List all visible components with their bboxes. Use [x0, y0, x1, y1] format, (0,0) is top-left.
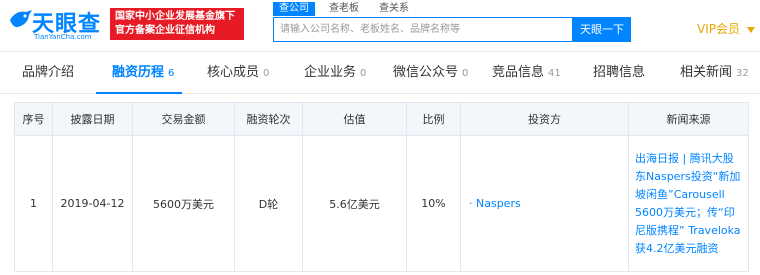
table-header-row: 序号 披露日期 交易金额 融资轮次 估值 比例 投资方 新闻来源: [14, 102, 749, 136]
tab-business[interactable]: 企业业务 0: [304, 52, 366, 94]
tab-count: 6: [168, 68, 175, 79]
tab-count: 0: [360, 68, 367, 79]
tab-jobs[interactable]: 招聘信息: [593, 52, 645, 94]
tab-count: 0: [462, 68, 469, 79]
promo-line-2: 官方备案企业征信机构: [115, 25, 215, 36]
section-tabs: 品牌介绍 融资历程 6 核心成员 0 企业业务 0 微信公众号 0 竞品信息 41 招聘信…: [0, 52, 760, 94]
tab-competitors[interactable]: 竞品信息 41: [492, 52, 561, 94]
chevron-down-icon: [746, 26, 755, 33]
search-input[interactable]: 请输入公司名称、老板姓名、品牌名称等: [273, 17, 573, 42]
logo[interactable]: 天眼查 TianYanCha.com: [10, 6, 104, 42]
tab-brand-intro[interactable]: 品牌介绍: [22, 52, 74, 94]
tab-news[interactable]: 相关新闻 32: [680, 52, 749, 94]
cell-amount: 5600万美元: [132, 135, 235, 272]
tab-label: 品牌介绍: [22, 65, 75, 80]
investor-link[interactable]: · Naspers: [460, 135, 629, 272]
tab-label: 企业业务: [304, 65, 357, 80]
vip-menu[interactable]: VIP会员: [697, 20, 755, 37]
table-row: 1 2019-04-12 5600万美元 D轮 5.6亿美元 10% · Nas…: [14, 135, 749, 272]
tab-count: 32: [736, 68, 749, 79]
logo-domain: TianYanCha.com: [34, 33, 92, 41]
tab-count: 0: [263, 68, 270, 79]
promo-banner[interactable]: 国家中小企业发展基金旗下 官方备案企业征信机构: [110, 8, 244, 40]
tab-count: 41: [548, 68, 561, 79]
cell-round: D轮: [234, 135, 303, 272]
vip-label: VIP会员: [697, 22, 740, 36]
cell-valuation: 5.6亿美元: [302, 135, 407, 272]
cell-date: 2019-04-12: [52, 135, 133, 272]
search-tab-boss[interactable]: 查老板: [329, 2, 359, 16]
tab-label: 微信公众号: [393, 65, 459, 80]
cell-ratio: 10%: [406, 135, 461, 272]
search-button[interactable]: 天眼一下: [573, 17, 631, 42]
tab-core-members[interactable]: 核心成员 0: [207, 52, 269, 94]
search-tab-company[interactable]: 查公司: [273, 2, 315, 16]
tab-label: 相关新闻: [680, 65, 733, 80]
logo-bird-icon: [10, 10, 32, 28]
col-header-round: 融资轮次: [234, 102, 303, 136]
tab-label: 核心成员: [207, 65, 260, 80]
col-header-valuation: 估值: [302, 102, 407, 136]
col-header-date: 披露日期: [52, 102, 133, 136]
financing-table-panel: 序号 披露日期 交易金额 融资轮次 估值 比例 投资方 新闻来源 1 2019-…: [0, 94, 760, 275]
financing-table: 序号 披露日期 交易金额 融资轮次 估值 比例 投资方 新闻来源 1 2019-…: [14, 102, 749, 272]
col-header-ratio: 比例: [406, 102, 461, 136]
tab-label: 招聘信息: [593, 65, 646, 80]
cell-index: 1: [14, 135, 53, 272]
tab-label: 竞品信息: [492, 65, 545, 80]
tab-wechat[interactable]: 微信公众号 0: [393, 52, 468, 94]
tab-financing-history[interactable]: 融资历程 6: [112, 52, 174, 94]
top-header: 天眼查 TianYanCha.com 国家中小企业发展基金旗下 官方备案企业征信…: [0, 0, 760, 52]
col-header-investor: 投资方: [460, 102, 629, 136]
col-header-amount: 交易金额: [132, 102, 235, 136]
news-link[interactable]: 出海日报 | 腾讯大股东Naspers投资“新加坡闲鱼”Carousell 56…: [628, 135, 749, 272]
tab-label: 融资历程: [112, 65, 165, 80]
col-header-index: 序号: [14, 102, 53, 136]
search-tab-relation[interactable]: 查关系: [379, 2, 409, 16]
promo-line-1: 国家中小企业发展基金旗下: [115, 11, 235, 22]
col-header-news: 新闻来源: [628, 102, 749, 136]
